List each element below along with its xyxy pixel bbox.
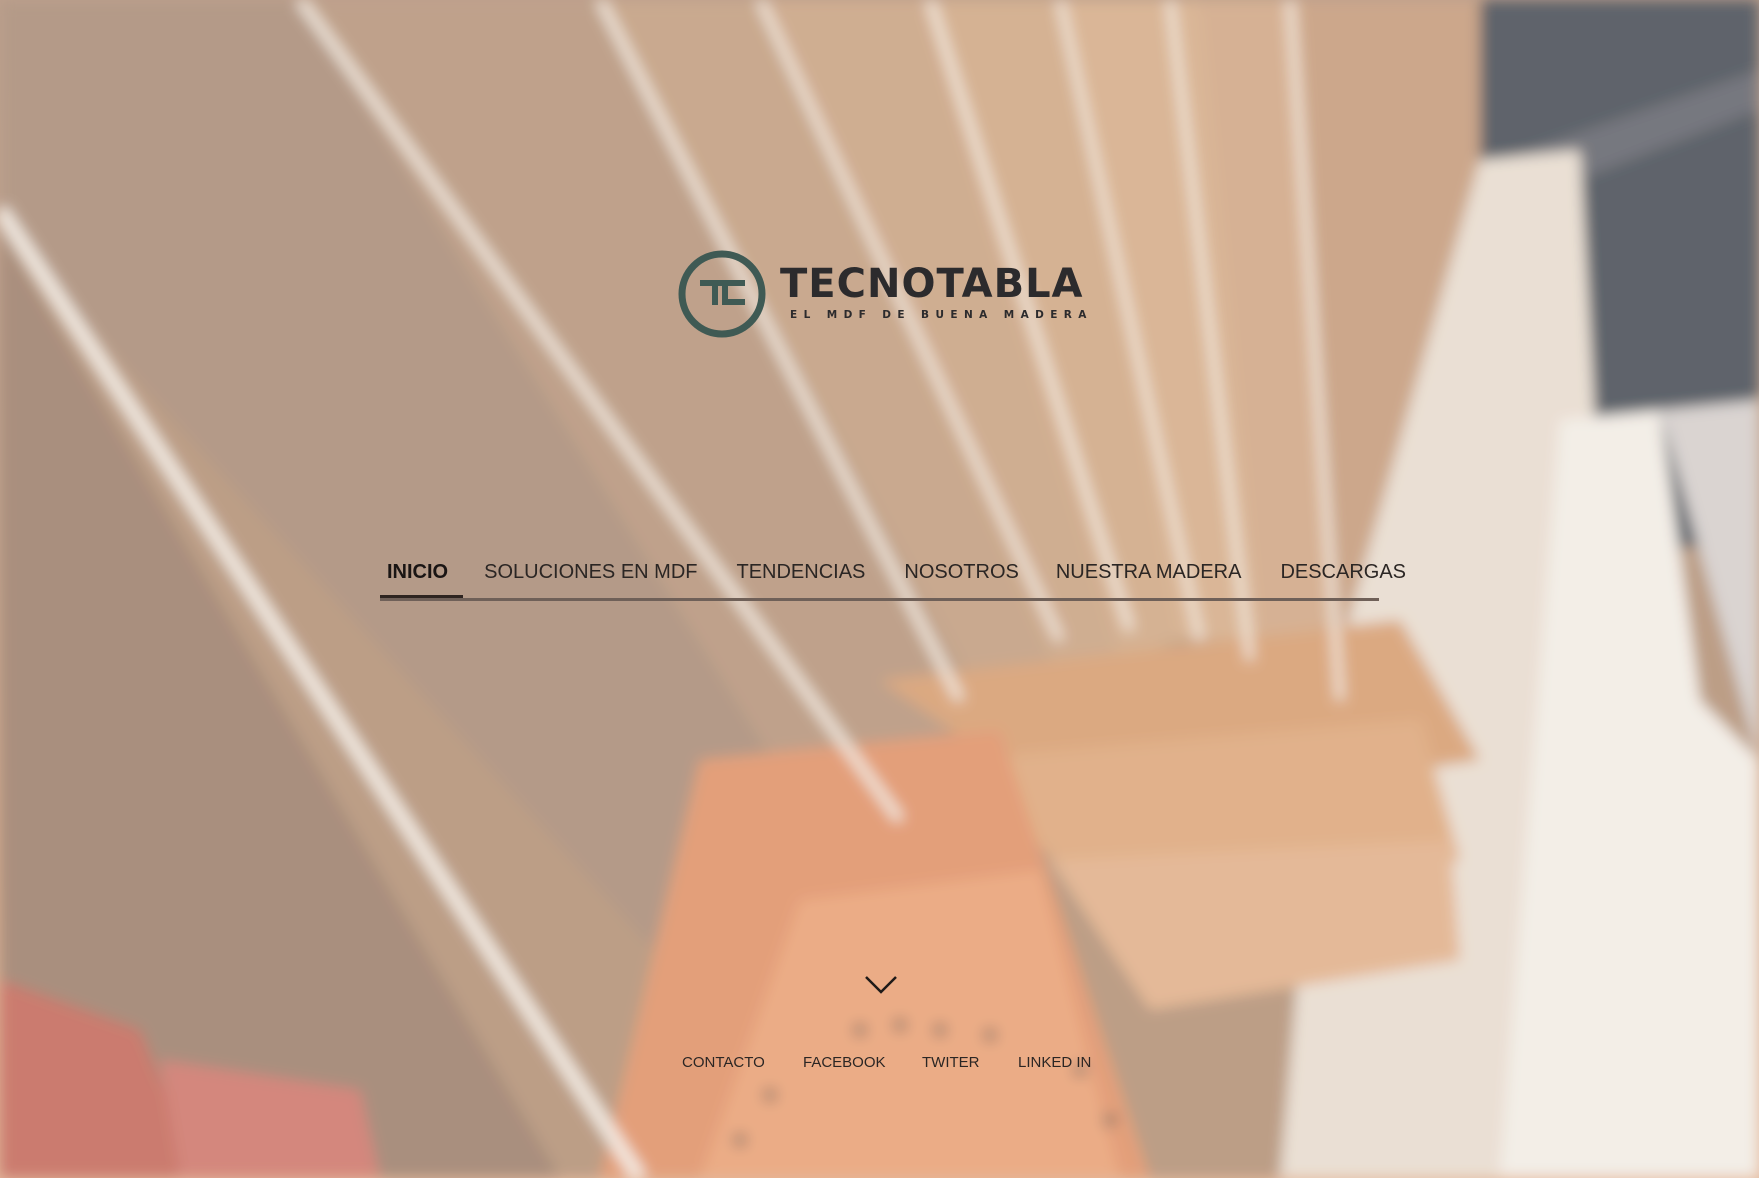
main-navigation: INICIO SOLUCIONES EN MDF TENDENCIAS NOSO… bbox=[379, 556, 1406, 601]
nav-item-descargas[interactable]: DESCARGAS bbox=[1280, 556, 1406, 582]
footer-links: CONTACTO FACEBOOK TWITER LINKED IN bbox=[0, 1055, 1759, 1075]
footer-link-linked-in[interactable]: LINKED IN bbox=[1018, 1055, 1091, 1070]
brand-logo[interactable]: TECNOTABLA EL MDF DE BUENA MADERA bbox=[677, 249, 1086, 343]
tecnotabla-circle-logo-icon bbox=[678, 250, 766, 338]
nav-item-tendencias[interactable]: TENDENCIAS bbox=[736, 556, 865, 582]
nav-item-inicio[interactable]: INICIO bbox=[379, 556, 464, 598]
brand-name: TECNOTABLA bbox=[780, 261, 1084, 307]
nav-item-nuestra-madera[interactable]: NUESTRA MADERA bbox=[1056, 556, 1242, 582]
footer-link-twiter[interactable]: TWITER bbox=[922, 1055, 980, 1070]
footer-link-contacto[interactable]: CONTACTO bbox=[682, 1055, 765, 1070]
nav-item-nosotros[interactable]: NOSOTROS bbox=[904, 556, 1018, 582]
brand-tagline: EL MDF DE BUENA MADERA bbox=[790, 309, 1093, 321]
scroll-down-button[interactable] bbox=[864, 974, 898, 996]
chevron-down-icon bbox=[865, 976, 897, 994]
nav-item-soluciones-en-mdf[interactable]: SOLUCIONES EN MDF bbox=[484, 556, 697, 582]
footer-link-facebook[interactable]: FACEBOOK bbox=[803, 1055, 886, 1070]
